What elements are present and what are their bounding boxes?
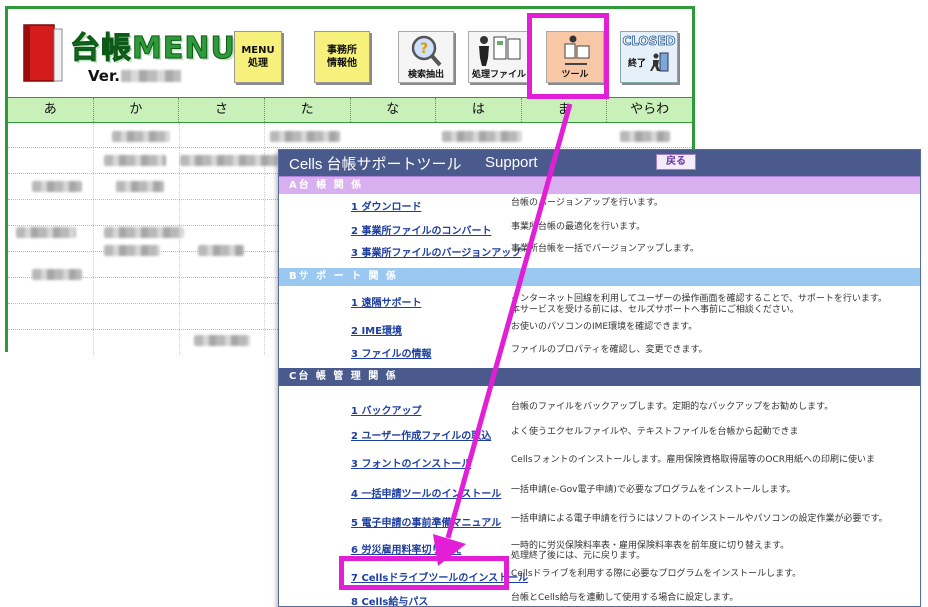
blurred-entry: [104, 155, 166, 166]
tab-yarawa[interactable]: やらわ: [607, 98, 692, 122]
tab-ka[interactable]: か: [94, 98, 180, 122]
back-button[interactable]: 戻る: [656, 154, 696, 170]
tab-ma[interactable]: ま: [522, 98, 608, 122]
menu-process-label: MENU 処理: [241, 45, 275, 69]
closed-label: CLOSED: [622, 34, 676, 49]
item-description: Cellsフォントのインストールします。雇用保険資格取得届等のOCR用紙への印刷…: [511, 455, 876, 465]
support-tool-window: Cells 台帳サポートツール Support 戻る A台 帳 関 係 1 ダウ…: [278, 149, 921, 607]
blurred-entry: [180, 155, 280, 166]
grid-row-line: [8, 147, 692, 148]
item-description-line2: 本サービスを受ける前には、セルズサポートへ事前にご相談ください。: [511, 305, 799, 315]
list-item: 2 ユーザー作成ファイルの取込 よく使うエクセルファイルや、テキストファイルを台…: [279, 425, 920, 445]
office-info-label: 事務所 情報他: [327, 45, 357, 69]
tab-sa[interactable]: さ: [179, 98, 265, 122]
item-description: Cellsドライブを利用する際に必要なプログラムをインストールします。: [511, 569, 802, 579]
blurred-entry: [104, 227, 184, 238]
switch-insurance-rate-link[interactable]: 6 労災雇用料率切り替え: [351, 541, 461, 556]
cells-drive-item-highlight: [339, 556, 509, 590]
blurred-entry: [270, 131, 340, 142]
person-documents-icon: [479, 36, 521, 66]
file-info-link[interactable]: 3 ファイルの情報: [351, 345, 431, 360]
blurred-entry: [620, 131, 670, 142]
list-item: 1 バックアップ 台帳のファイルをバックアップします。定期的なバックアップをお勧…: [279, 400, 920, 420]
tool-button-highlight: [527, 13, 609, 99]
blurred-entry: [104, 245, 160, 256]
item-description-line2: 処理終了後には、元に戻ります。: [511, 551, 646, 561]
list-item: 1 遠隔サポート インターネット回線を利用してユーザーの操作画面を確認することで…: [279, 292, 920, 322]
list-item: 8 Cells給与パス 台帳とCells給与を連動して使用する場合に設定します。: [279, 591, 920, 606]
tab-a[interactable]: あ: [8, 98, 94, 122]
item-description: お使いのパソコンのIME環境を確認できます。: [511, 322, 698, 332]
install-batch-tool-link[interactable]: 4 一括申請ツールのインストール: [351, 485, 501, 500]
red-book-icon: [23, 24, 63, 82]
magnifier-question-icon: ?: [411, 35, 442, 67]
menu-process-button[interactable]: MENU 処理: [234, 31, 282, 83]
search-extract-button[interactable]: ? 検索抽出: [398, 31, 454, 83]
blurred-entry: [442, 131, 522, 142]
blurred-entry: [194, 335, 250, 346]
download-link[interactable]: 1 ダウンロード: [351, 198, 421, 213]
blurred-entry: [198, 245, 244, 256]
exit-label: 終了: [627, 58, 646, 69]
list-item: 5 電子申請の事前準備マニュアル 一括申請による電子申請を行うにはソフトのインス…: [279, 512, 920, 532]
list-item: 3 ファイルの情報 ファイルのプロパティを確認し、変更できます。: [279, 343, 920, 363]
support-title: Cells 台帳サポートツール: [289, 156, 462, 173]
tab-na[interactable]: な: [351, 98, 437, 122]
exit-door-icon: [650, 52, 669, 72]
blurred-entry: [112, 131, 170, 142]
item-description: 台帳のファイルをバックアップします。定期的なバックアップをお勧めします。: [511, 402, 834, 412]
blurred-entry: [32, 269, 82, 280]
search-extract-label: 検索抽出: [407, 70, 444, 80]
list-item: 3 フォントのインストール Cellsフォントのインストールします。雇用保険資格…: [279, 453, 920, 473]
blurred-entry: [16, 227, 76, 238]
item-description: 事業所台帳を一括でバージョンアップします。: [511, 244, 699, 254]
install-font-link[interactable]: 3 フォントのインストール: [351, 455, 471, 470]
section-c-header: C台 帳 管 理 関 係: [279, 368, 920, 386]
item-description: 事業所台帳の最適化を行います。: [511, 222, 646, 232]
version-up-office-file-link[interactable]: 3 事業所ファイルのバージョンアップ: [351, 244, 521, 259]
svg-text:?: ?: [420, 41, 428, 57]
item-description: 台帳のバージョンアップを行います。: [511, 198, 663, 208]
import-user-file-link[interactable]: 2 ユーザー作成ファイルの取込: [351, 427, 491, 442]
convert-office-file-link[interactable]: 2 事業所ファイルのコンバート: [351, 222, 491, 237]
item-description: 一括申請による電子申請を行うにはソフトのインストールやパソコンの設定作業が必要で…: [511, 514, 888, 524]
item-description: ファイルのプロパティを確認し、変更できます。: [511, 345, 708, 355]
list-item: 2 IME環境 お使いのパソコンのIME環境を確認できます。: [279, 320, 920, 340]
support-title-bar: Cells 台帳サポートツール Support 戻る: [279, 150, 920, 176]
support-subtitle: Support: [485, 154, 538, 171]
list-item: 2 事業所ファイルのコンバート 事業所台帳の最適化を行います。: [279, 220, 920, 240]
item-description: よく使うエクセルファイルや、テキストファイルを台帳から起動できま: [511, 427, 799, 437]
e-application-manual-link[interactable]: 5 電子申請の事前準備マニュアル: [351, 514, 501, 529]
version-label: Ver.: [88, 67, 120, 85]
menu-title: 台帳MENU: [70, 31, 236, 67]
ime-environment-link[interactable]: 2 IME環境: [351, 322, 402, 337]
item-description: 台帳とCells給与を連動して使用する場合に設定します。: [511, 593, 739, 603]
section-b-header: Bサ ポ ー ト 関 係: [279, 268, 920, 286]
section-a-header: A台 帳 関 係: [279, 176, 920, 194]
list-item: 3 事業所ファイルのバージョンアップ 事業所台帳を一括でバージョンアップします。: [279, 242, 920, 262]
office-info-button[interactable]: 事務所 情報他: [314, 31, 370, 83]
process-file-label: 処理ファイル: [471, 70, 526, 80]
item-description: 一括申請(e-Gov電子申請)で必要なプログラムをインストールします。: [511, 485, 796, 495]
grid-col-line: [93, 123, 94, 355]
list-item: 4 一括申請ツールのインストール 一括申請(e-Gov電子申請)で必要なプログラ…: [279, 483, 920, 503]
cells-payroll-pass-link[interactable]: 8 Cells給与パス: [351, 593, 428, 606]
tab-ha[interactable]: は: [436, 98, 522, 122]
closed-exit-button[interactable]: CLOSED 終了: [620, 31, 678, 83]
list-item: 1 ダウンロード 台帳のバージョンアップを行います。: [279, 196, 920, 216]
kana-tab-bar: あ か さ た な は ま やらわ: [8, 97, 692, 123]
process-file-button[interactable]: 処理ファイル: [468, 31, 530, 83]
item-description: インターネット回線を利用してユーザーの操作画面を確認することで、サポートを行いま…: [511, 294, 888, 304]
version-value-blurred: [121, 70, 181, 82]
tab-ta[interactable]: た: [265, 98, 351, 122]
remote-support-link[interactable]: 1 遠隔サポート: [351, 294, 421, 309]
backup-link[interactable]: 1 バックアップ: [351, 402, 421, 417]
blurred-entry: [116, 181, 164, 192]
blurred-entry: [32, 181, 82, 192]
